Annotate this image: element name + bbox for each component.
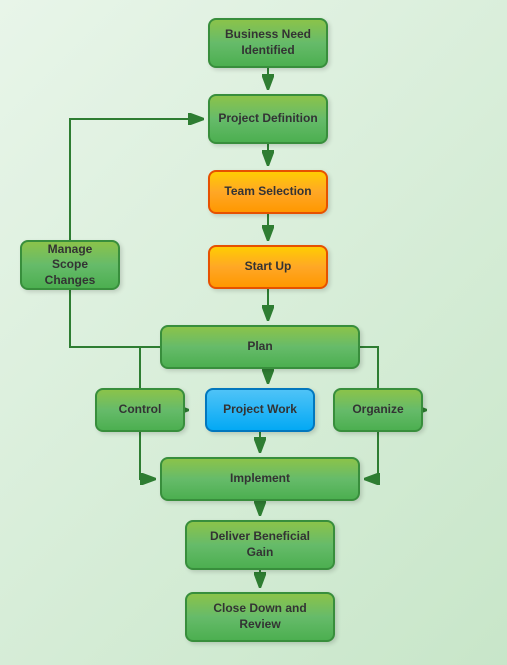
start-up-box: Start Up <box>208 245 328 289</box>
organize-box: Organize <box>333 388 423 432</box>
control-box: Control <box>95 388 185 432</box>
business-need-box: Business Need Identified <box>208 18 328 68</box>
deliver-box: Deliver Beneficial Gain <box>185 520 335 570</box>
project-work-box: Project Work <box>205 388 315 432</box>
plan-box: Plan <box>160 325 360 369</box>
implement-box: Implement <box>160 457 360 501</box>
close-down-box: Close Down and Review <box>185 592 335 642</box>
flowchart: Business Need Identified Project Definit… <box>0 0 507 665</box>
project-definition-box: Project Definition <box>208 94 328 144</box>
team-selection-box: Team Selection <box>208 170 328 214</box>
manage-scope-box: Manage Scope Changes <box>20 240 120 290</box>
